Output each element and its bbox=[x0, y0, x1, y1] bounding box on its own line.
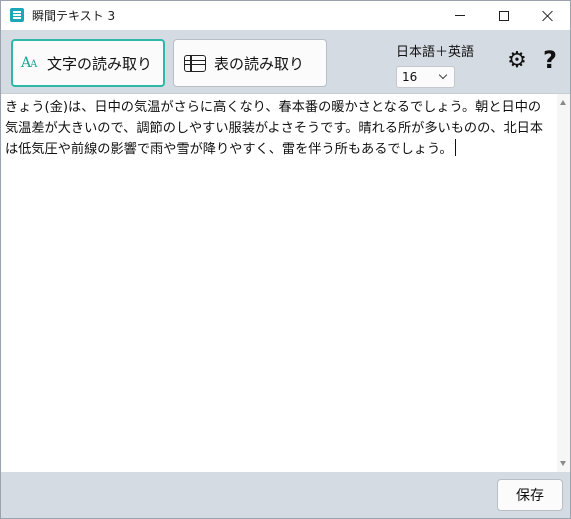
maximize-button[interactable] bbox=[482, 1, 526, 30]
text-read-label: 文字の読み取り bbox=[47, 54, 153, 73]
text-aa-icon: AA bbox=[21, 55, 37, 71]
app-window: 瞬間テキスト 3 AA 文字の読み取り 表の読み取り 日本語＋英語 16 ⚙ ?… bbox=[0, 0, 571, 519]
scroll-down-icon[interactable] bbox=[560, 461, 566, 466]
scroll-up-icon[interactable] bbox=[560, 100, 566, 105]
editor-text[interactable]: きょう(金)は、日中の気温がさらに高くなり、春本番の暖かさとなるでしょう。朝と日… bbox=[5, 97, 553, 160]
chevron-down-icon bbox=[438, 70, 448, 80]
footer: 保存 bbox=[1, 472, 570, 518]
app-icon bbox=[10, 8, 24, 22]
minimize-button[interactable] bbox=[438, 1, 482, 30]
title-bar: 瞬間テキスト 3 bbox=[1, 1, 570, 30]
table-read-label: 表の読み取り bbox=[214, 54, 305, 73]
save-button[interactable]: 保存 bbox=[497, 479, 563, 511]
editor-text-body: きょう(金)は、日中の気温がさらに高くなり、春本番の暖かさとなるでしょう。朝と日… bbox=[5, 100, 544, 157]
gear-icon[interactable]: ⚙ bbox=[506, 50, 528, 72]
close-icon bbox=[542, 10, 554, 22]
table-icon bbox=[184, 54, 206, 72]
vertical-scrollbar[interactable] bbox=[557, 94, 570, 472]
language-label[interactable]: 日本語＋英語 bbox=[396, 41, 474, 60]
minimize-icon bbox=[455, 15, 465, 16]
help-icon[interactable]: ? bbox=[541, 47, 559, 73]
text-read-button[interactable]: AA 文字の読み取り bbox=[11, 39, 165, 87]
close-button[interactable] bbox=[526, 1, 570, 30]
maximize-icon bbox=[499, 10, 509, 21]
text-editor[interactable]: きょう(金)は、日中の気温がさらに高くなり、春本番の暖かさとなるでしょう。朝と日… bbox=[1, 93, 570, 472]
window-title: 瞬間テキスト 3 bbox=[32, 9, 116, 23]
text-caret bbox=[454, 139, 456, 156]
font-size-select[interactable]: 16 bbox=[396, 66, 455, 88]
toolbar: AA 文字の読み取り 表の読み取り 日本語＋英語 16 ⚙ ? bbox=[1, 30, 570, 93]
font-size-value: 16 bbox=[402, 70, 418, 84]
table-read-button[interactable]: 表の読み取り bbox=[173, 39, 327, 87]
